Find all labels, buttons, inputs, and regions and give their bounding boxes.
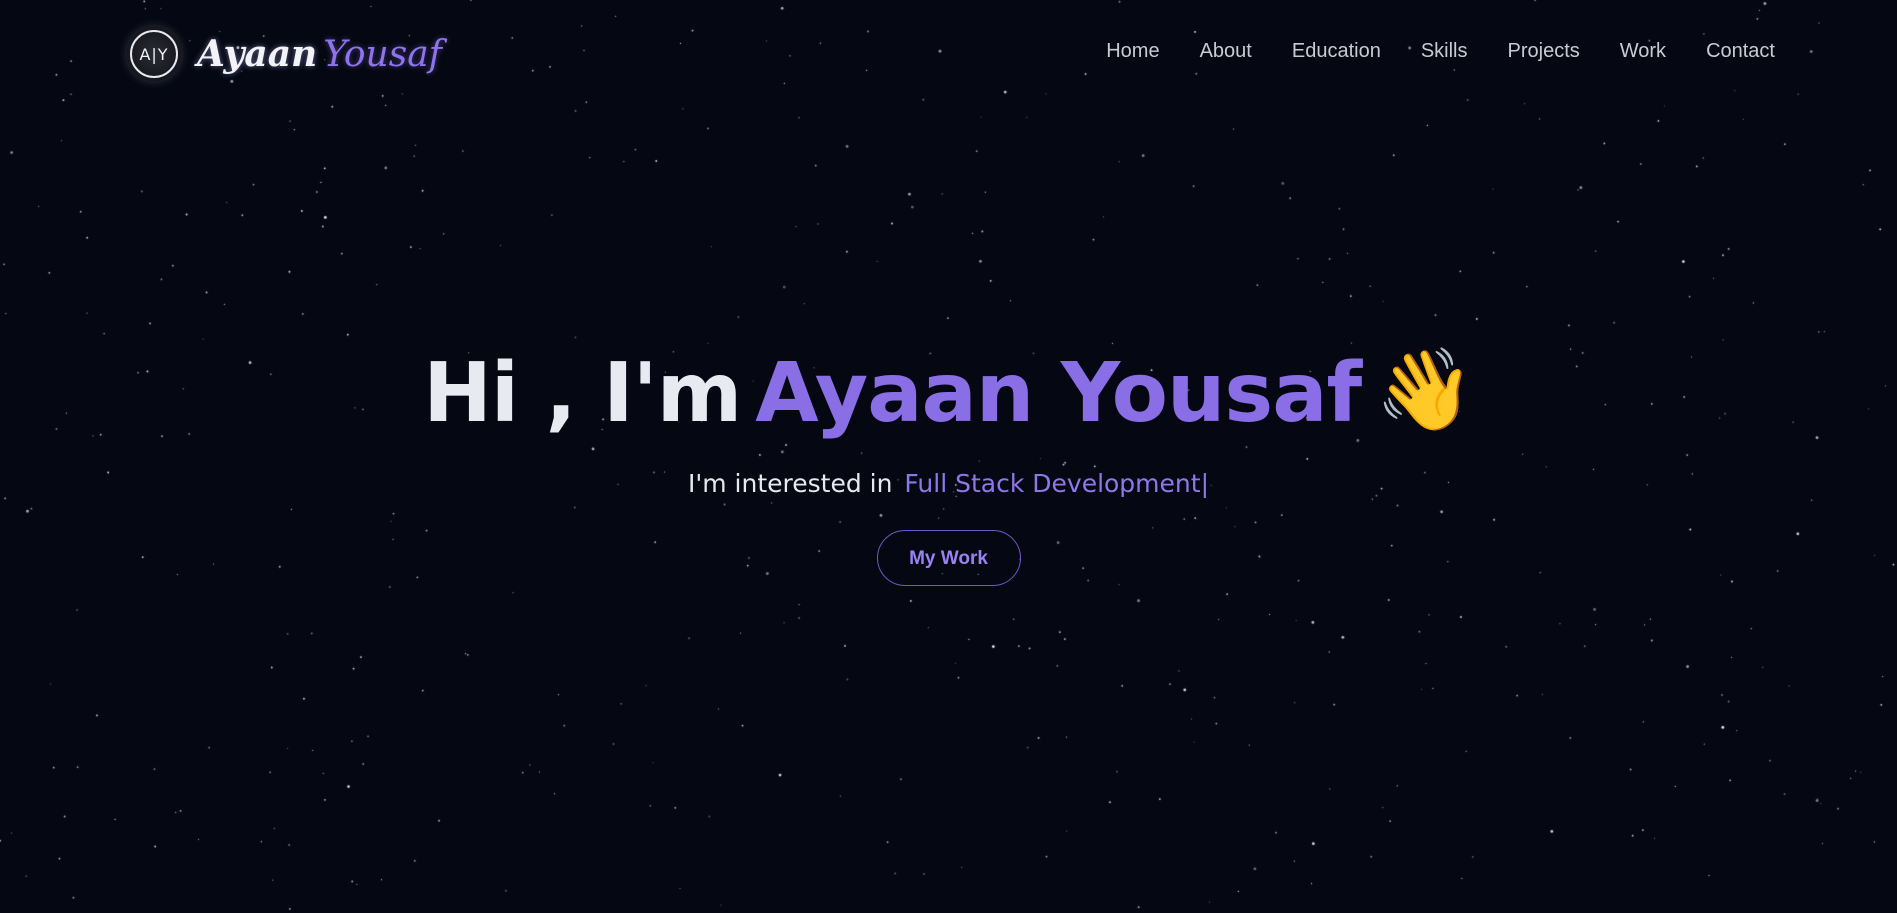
brand-logo-link[interactable]: A|Y Ayaan Yousaf xyxy=(127,24,442,84)
waving-hand-icon: 👋 xyxy=(1375,343,1475,436)
nav-menu: Home About Education Skills Projects Wor… xyxy=(1066,40,1775,63)
subtitle-prefix: I'm interested in xyxy=(688,469,893,498)
nav-link-projects[interactable]: Projects xyxy=(1508,40,1580,63)
brand-first-name: Ayaan xyxy=(197,32,318,75)
nav-link-about[interactable]: About xyxy=(1200,40,1252,63)
nav-link-home[interactable]: Home xyxy=(1106,40,1159,63)
hero-section: Hi , I'm Ayaan Yousaf 👋 I'm interested in … xyxy=(0,330,1897,586)
brand-name: Ayaan Yousaf xyxy=(197,36,442,73)
brand-last-name: Yousaf xyxy=(323,33,442,75)
logo-monogram-text: A|Y xyxy=(130,30,178,78)
nav-link-contact[interactable]: Contact xyxy=(1706,40,1775,63)
hero-name: Ayaan Yousaf xyxy=(755,346,1362,441)
my-work-button[interactable]: My Work xyxy=(876,530,1021,586)
hero-subtitle: I'm interested in Full Stack Development… xyxy=(0,464,1897,504)
hero-heading: Hi , I'm Ayaan Yousaf 👋 xyxy=(0,330,1897,454)
nav-link-skills[interactable]: Skills xyxy=(1421,40,1468,63)
ay-monogram-icon: A|Y xyxy=(127,27,181,81)
subtitle-typed-text: Full Stack Development xyxy=(904,469,1201,498)
typing-cursor: | xyxy=(1200,469,1209,498)
navbar: A|Y Ayaan Yousaf Home About Education Ski… xyxy=(0,0,1897,110)
nav-link-work[interactable]: Work xyxy=(1620,40,1666,63)
nav-link-education[interactable]: Education xyxy=(1292,40,1381,63)
hero-greeting: Hi , I'm xyxy=(423,346,742,441)
